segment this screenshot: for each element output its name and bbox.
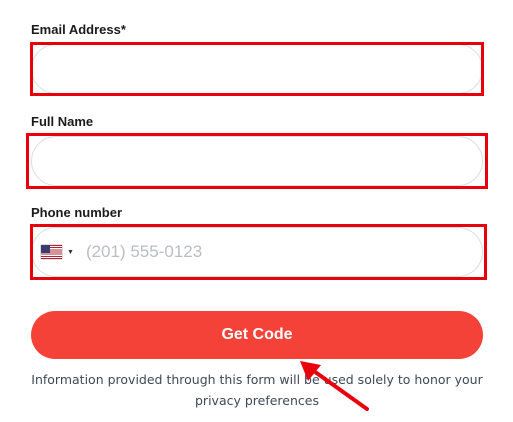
phone-field: ▼ <box>31 227 483 277</box>
full-name-label: Full Name <box>31 114 94 129</box>
phone-input[interactable] <box>83 241 448 263</box>
email-label: Email Address* <box>31 22 126 37</box>
us-flag-icon <box>41 245 62 259</box>
full-name-field[interactable] <box>31 136 483 186</box>
annotation-arrow-icon <box>300 361 369 411</box>
email-field[interactable] <box>31 44 483 94</box>
privacy-disclaimer: Information provided through this form w… <box>31 372 483 408</box>
country-selector[interactable]: ▼ <box>41 245 74 259</box>
phone-label: Phone number <box>31 205 123 220</box>
get-code-button[interactable]: Get Code <box>31 311 483 359</box>
caret-down-icon: ▼ <box>67 248 74 256</box>
